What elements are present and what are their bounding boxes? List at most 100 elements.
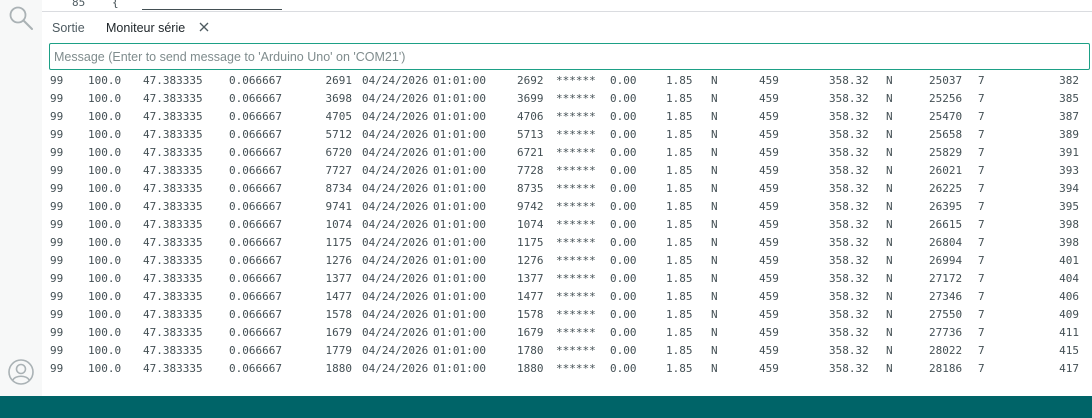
serial-value: 100.0	[88, 128, 122, 141]
serial-value: 27172	[929, 272, 963, 285]
serial-value: 04/24/2026	[362, 290, 429, 303]
serial-value: 47.383335	[143, 200, 203, 213]
serial-value: 0.066667	[229, 200, 282, 213]
serial-value: 100.0	[88, 362, 122, 375]
serial-value: 01:01:00	[433, 110, 486, 123]
serial-value: 47.383335	[143, 74, 203, 87]
serial-value: 01:01:00	[433, 128, 486, 141]
serial-value: N	[711, 146, 718, 159]
serial-value: 04/24/2026	[362, 128, 429, 141]
serial-value: 1.85	[666, 128, 693, 141]
serial-value: 7	[978, 164, 985, 177]
serial-value: 6720	[325, 146, 353, 159]
serial-value: 0.066667	[229, 308, 282, 321]
serial-line: 99 100.0 47.383335 0.066667 9741 04/24/2026 01…	[42, 198, 1092, 216]
serial-value: 01:01:00	[433, 326, 486, 339]
serial-value: 358.32	[829, 164, 869, 177]
account-icon[interactable]	[7, 358, 35, 386]
serial-value: 1.85	[666, 326, 693, 339]
serial-value: N	[711, 362, 718, 375]
serial-value: N	[711, 92, 718, 105]
serial-value: 99	[50, 326, 64, 339]
serial-value: 100.0	[88, 92, 122, 105]
serial-value: 393	[1059, 164, 1079, 177]
serial-value: 1779	[325, 344, 353, 357]
serial-value: ******	[556, 182, 596, 195]
serial-value: 358.32	[829, 92, 869, 105]
serial-value: 04/24/2026	[362, 92, 429, 105]
serial-value: 100.0	[88, 236, 122, 249]
serial-value: N	[886, 164, 893, 177]
serial-value: N	[711, 74, 718, 87]
serial-value: 1.85	[666, 308, 693, 321]
serial-value: 0.066667	[229, 362, 282, 375]
serial-value: 1377	[325, 272, 353, 285]
serial-value: 0.066667	[229, 182, 282, 195]
serial-value: 387	[1059, 110, 1079, 123]
serial-value: 0.066667	[229, 344, 282, 357]
serial-value: 459	[759, 344, 779, 357]
serial-value: 04/24/2026	[362, 74, 429, 87]
serial-value: 394	[1059, 182, 1079, 195]
serial-value: 459	[759, 290, 779, 303]
serial-value: 0.066667	[229, 128, 282, 141]
serial-value: 99	[50, 110, 64, 123]
serial-value: 0.00	[610, 308, 637, 321]
serial-value: 1.85	[666, 200, 693, 213]
serial-value: 7	[978, 182, 985, 195]
code-underline	[142, 9, 282, 10]
serial-value: 25256	[929, 92, 963, 105]
serial-value: 01:01:00	[433, 344, 486, 357]
serial-value: 47.383335	[143, 182, 203, 195]
serial-value: 1477	[517, 290, 544, 303]
tab-output[interactable]: Sortie	[52, 21, 85, 35]
serial-value: 7	[978, 146, 985, 159]
serial-value: 1.85	[666, 182, 693, 195]
serial-value: N	[711, 290, 718, 303]
serial-value: 8734	[325, 182, 353, 195]
serial-value: ******	[556, 74, 596, 87]
serial-value: 1880	[325, 362, 353, 375]
serial-value: 7	[978, 92, 985, 105]
serial-value: 5712	[325, 128, 353, 141]
serial-value: 0.00	[610, 272, 637, 285]
serial-value: 358.32	[829, 146, 869, 159]
serial-value: 8735	[517, 182, 544, 195]
serial-value: 1.85	[666, 254, 693, 267]
tab-serial-monitor[interactable]: Moniteur série	[106, 21, 185, 35]
serial-output[interactable]: 99 100.0 47.383335 0.066667 2691 04/24/2026 01…	[42, 72, 1092, 394]
serial-value: 0.00	[610, 344, 637, 357]
serial-value: ******	[556, 308, 596, 321]
serial-value: 398	[1059, 236, 1079, 249]
serial-value: 401	[1059, 254, 1079, 267]
serial-value: 04/24/2026	[362, 362, 429, 375]
serial-value: N	[886, 110, 893, 123]
serial-value: 7	[978, 326, 985, 339]
message-input[interactable]	[49, 43, 1090, 70]
serial-value: 7	[978, 272, 985, 285]
serial-value: N	[711, 236, 718, 249]
serial-value: ******	[556, 164, 596, 177]
serial-value: 04/24/2026	[362, 218, 429, 231]
serial-value: 47.383335	[143, 218, 203, 231]
serial-value: 04/24/2026	[362, 254, 429, 267]
serial-value: ******	[556, 146, 596, 159]
serial-value: N	[886, 218, 893, 231]
code-line[interactable]: {	[112, 0, 119, 9]
serial-line: 99 100.0 47.383335 0.066667 6720 04/24/2026 01…	[42, 144, 1092, 162]
serial-value: N	[886, 128, 893, 141]
serial-value: 1780	[517, 344, 544, 357]
serial-value: 1.85	[666, 92, 693, 105]
close-icon[interactable]	[197, 20, 211, 34]
search-icon[interactable]	[7, 4, 35, 32]
serial-value: 1578	[517, 308, 544, 321]
serial-value: N	[711, 182, 718, 195]
serial-value: 459	[759, 326, 779, 339]
line-number: 85	[72, 0, 86, 9]
serial-value: ******	[556, 272, 596, 285]
serial-value: 26225	[929, 182, 963, 195]
serial-value: N	[886, 254, 893, 267]
serial-value: 459	[759, 272, 779, 285]
serial-value: 01:01:00	[433, 164, 486, 177]
serial-value: 04/24/2026	[362, 110, 429, 123]
